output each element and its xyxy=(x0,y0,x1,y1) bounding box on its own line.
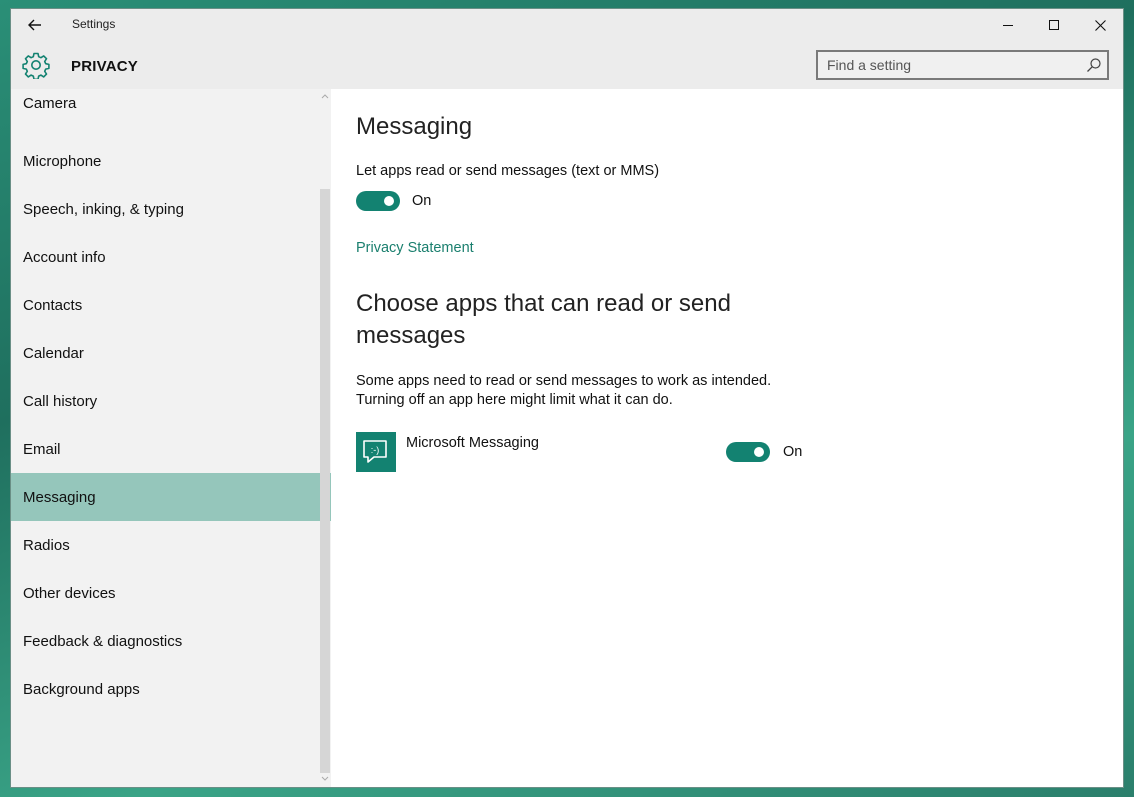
scroll-up-icon[interactable] xyxy=(320,92,330,100)
app-toggle-state: On xyxy=(783,444,803,460)
settings-header: PRIVACY xyxy=(11,41,1123,89)
sidebar-item-radios[interactable]: Radios xyxy=(11,521,331,569)
sidebar-item-microphone[interactable]: Microphone xyxy=(11,137,331,185)
messaging-permission-toggle[interactable] xyxy=(356,191,400,211)
content-pane: Messaging Let apps read or send messages… xyxy=(331,89,1123,787)
title-bar: Settings xyxy=(11,9,1123,41)
sidebar-item-email[interactable]: Email xyxy=(11,425,331,473)
toggle-knob xyxy=(384,196,394,206)
sidebar-item-label: Messaging xyxy=(23,488,96,506)
sidebar-item-label: Radios xyxy=(23,536,70,554)
privacy-statement-link[interactable]: Privacy Statement xyxy=(356,240,474,256)
sidebar-item-other-devices[interactable]: Other devices xyxy=(11,569,331,617)
sidebar-item-contacts[interactable]: Contacts xyxy=(11,281,331,329)
sidebar-item-label: Feedback & diagnostics xyxy=(23,632,183,650)
sidebar-item-call-history[interactable]: Call history xyxy=(11,377,331,425)
sidebar-item-label: Email xyxy=(23,440,61,458)
sidebar-item-label: Other devices xyxy=(23,584,116,602)
watermark-text: www.wincore.ru xyxy=(1000,769,1124,788)
sidebar-item-calendar[interactable]: Calendar xyxy=(11,329,331,377)
sidebar-item-label: Background apps xyxy=(23,680,140,698)
apps-description-line1: Some apps need to read or send messages … xyxy=(356,373,772,389)
sidebar-nav: Camera Microphone Speech, inking, & typi… xyxy=(11,89,331,787)
sidebar-scroll-thumb[interactable] xyxy=(320,189,330,773)
sidebar-item-label: Account info xyxy=(23,248,106,266)
svg-text::-): :-) xyxy=(371,445,380,455)
gear-icon xyxy=(22,52,50,79)
sidebar-item-label: Calendar xyxy=(23,344,84,362)
sidebar-item-label: Contacts xyxy=(23,296,83,314)
sidebar-item-label: Camera xyxy=(23,95,77,112)
app-name: Microsoft Messaging xyxy=(406,435,539,451)
app-icon-tile: :-) xyxy=(356,432,396,472)
back-button[interactable] xyxy=(21,12,49,38)
sidebar-item-feedback[interactable]: Feedback & diagnostics xyxy=(11,617,331,665)
section-title: Messaging xyxy=(356,113,473,140)
message-bubble-icon: :-) xyxy=(363,440,387,463)
search-input[interactable] xyxy=(818,52,1087,78)
sidebar-item-label: Microphone xyxy=(23,152,102,170)
sidebar-item-background-apps[interactable]: Background apps xyxy=(11,665,331,713)
scroll-down-icon[interactable] xyxy=(320,775,330,783)
minimize-button[interactable] xyxy=(985,9,1031,41)
toggle-knob xyxy=(754,447,764,457)
sidebar-item-account-info[interactable]: Account info xyxy=(11,233,331,281)
sidebar-item-camera[interactable]: Camera xyxy=(11,89,331,122)
sidebar-item-messaging[interactable]: Messaging xyxy=(11,473,331,521)
apps-heading: Choose apps that can read or send messag… xyxy=(356,290,731,349)
permission-toggle-state: On xyxy=(412,193,432,209)
sidebar-item-speech[interactable]: Speech, inking, & typing xyxy=(11,185,331,233)
search-box[interactable] xyxy=(816,50,1109,80)
maximize-button[interactable] xyxy=(1031,9,1077,41)
sidebar-item-label: Call history xyxy=(23,392,98,410)
app-toggle-microsoft-messaging[interactable] xyxy=(726,442,770,462)
close-button[interactable] xyxy=(1077,9,1123,41)
maximize-icon xyxy=(1049,20,1059,30)
apps-description-line2: Turning off an app here might limit what… xyxy=(356,392,673,408)
sidebar-item-label: Speech, inking, & typing xyxy=(23,200,184,218)
search-icon[interactable] xyxy=(1086,57,1102,73)
permission-label: Let apps read or send messages (text or … xyxy=(356,163,660,179)
window-title: Settings xyxy=(72,17,116,31)
close-icon xyxy=(1094,19,1106,31)
settings-window: Settings PRIVACY Find a setting Camera M… xyxy=(11,9,1123,787)
arrow-left-icon xyxy=(28,19,41,31)
minimize-icon xyxy=(1003,25,1013,26)
page-title: PRIVACY xyxy=(71,58,138,75)
